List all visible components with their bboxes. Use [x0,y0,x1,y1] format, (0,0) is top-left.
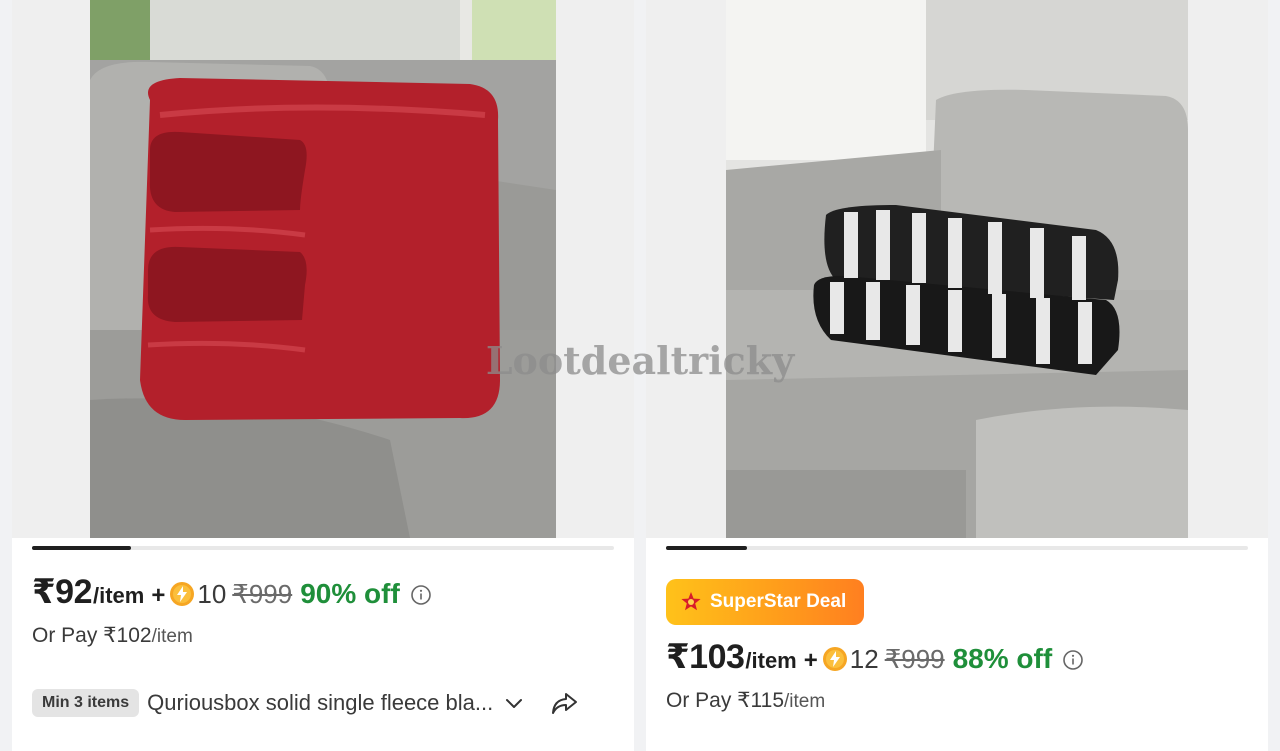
product-grid: ₹92 /item + 10 ₹999 90% off Or Pay ₹102/… [0,0,1280,751]
badge-label: SuperStar Deal [710,591,847,612]
coin-icon [822,646,848,672]
alternate-price-unit: /item [151,626,193,647]
alternate-payment-price: Or Pay ₹115/item [666,688,825,713]
original-price: ₹999 [232,579,293,609]
superstar-icon [678,589,704,615]
alternate-price-text: Or Pay ₹102 [32,624,152,647]
product-card-1[interactable]: ₹92 /item + 10 ₹999 90% off Or Pay ₹102/… [12,0,634,751]
product-card-2[interactable]: SuperStar Deal ₹103 /item + 12 ₹999 88% … [646,0,1268,751]
coin-icon [169,581,195,607]
discount-percent: 88% off [952,643,1053,674]
chevron-down-icon[interactable] [503,692,525,714]
plus-sign: + [803,647,818,674]
superstar-deal-badge: SuperStar Deal [666,579,864,625]
alternate-price-text: Or Pay ₹115 [666,689,785,712]
product-photo-red-blanket[interactable] [90,0,556,538]
discount-percent: 90% off [300,578,400,609]
per-item-label: /item [745,648,797,673]
product-title[interactable]: Quriousbox solid single fleece bla... [147,690,493,716]
image-carousel-progress-fill [666,546,748,550]
coin-value: 12 [849,644,879,674]
image-carousel-progress [666,546,1248,550]
per-item-label: /item [92,583,145,608]
info-icon[interactable] [410,584,432,606]
plus-sign: + [151,582,166,609]
product-image-area[interactable] [646,0,1268,538]
info-icon[interactable] [1062,649,1084,671]
price-row: ₹92 /item + 10 ₹999 90% off [32,572,432,612]
share-icon[interactable] [549,688,579,718]
image-carousel-progress-fill [32,546,131,550]
image-carousel-progress [32,546,614,550]
original-price: ₹999 [884,644,945,674]
sale-price: ₹103 [666,638,745,676]
alternate-price-unit: /item [784,691,826,712]
sale-price: ₹92 [32,573,92,611]
price-row: ₹103 /item + 12 ₹999 88% off [666,637,1084,677]
coin-value: 10 [197,579,227,609]
product-image-area[interactable] [12,0,634,538]
alternate-payment-price: Or Pay ₹102/item [32,623,193,648]
min-quantity-chip: Min 3 items [32,689,140,717]
product-photo-striped-blanket[interactable] [726,0,1188,538]
product-title-row[interactable]: Min 3 items Quriousbox solid single flee… [32,688,622,718]
